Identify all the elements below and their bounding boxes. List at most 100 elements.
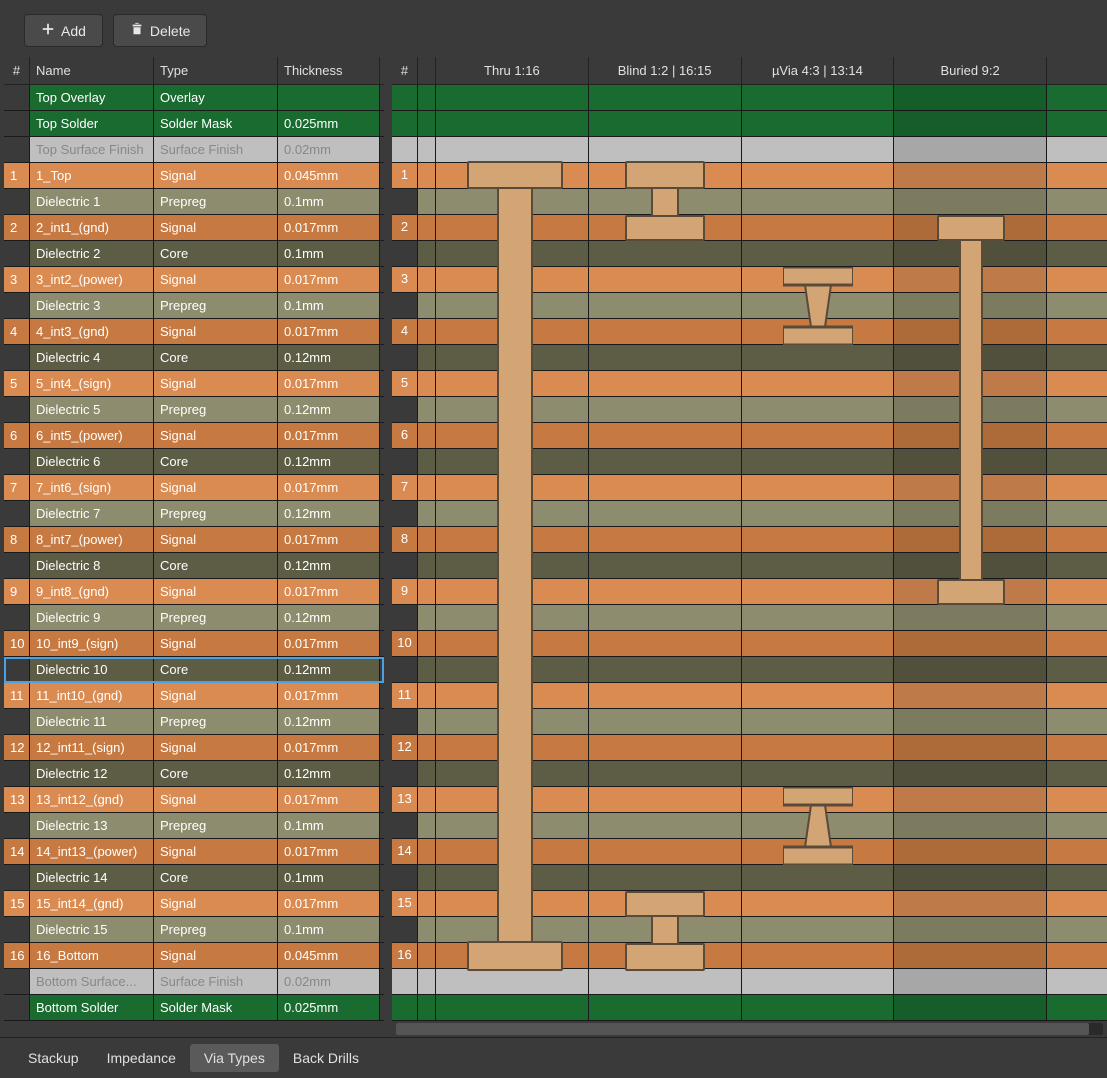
layer-thickness[interactable]: 0.12mm (278, 605, 380, 630)
layer-row[interactable]: 44_int3_(gnd)Signal0.017mm (4, 319, 384, 345)
layer-row[interactable]: 33_int2_(power)Signal0.017mm (4, 267, 384, 293)
layer-type[interactable]: Surface Finish (154, 969, 278, 994)
via-row[interactable]: 8 (392, 527, 1107, 553)
layer-name[interactable]: Dielectric 15 (30, 917, 154, 942)
layer-row[interactable]: Dielectric 10Core0.12mm (4, 657, 384, 683)
layer-thickness[interactable]: 0.017mm (278, 215, 380, 240)
layer-row[interactable]: Dielectric 11Prepreg0.12mm (4, 709, 384, 735)
layer-type[interactable]: Signal (154, 215, 278, 240)
layer-type[interactable]: Signal (154, 787, 278, 812)
via-row[interactable] (392, 449, 1107, 475)
via-row[interactable]: 13 (392, 787, 1107, 813)
tab-impedance[interactable]: Impedance (93, 1044, 190, 1072)
via-row[interactable]: 10 (392, 631, 1107, 657)
layer-thickness[interactable]: 0.1mm (278, 189, 380, 214)
via-row[interactable] (392, 761, 1107, 787)
layer-thickness[interactable]: 0.12mm (278, 761, 380, 786)
layer-type[interactable]: Signal (154, 579, 278, 604)
add-button[interactable]: Add (24, 14, 103, 47)
layer-type[interactable]: Prepreg (154, 189, 278, 214)
layer-row[interactable]: Dielectric 15Prepreg0.1mm (4, 917, 384, 943)
layer-type[interactable]: Signal (154, 267, 278, 292)
delete-button[interactable]: Delete (113, 14, 207, 47)
layer-thickness[interactable]: 0.017mm (278, 423, 380, 448)
via-row[interactable] (392, 709, 1107, 735)
via-row[interactable] (392, 137, 1107, 163)
layer-thickness[interactable]: 0.017mm (278, 579, 380, 604)
layer-type[interactable]: Signal (154, 527, 278, 552)
layer-type[interactable]: Surface Finish (154, 137, 278, 162)
layer-thickness[interactable]: 0.1mm (278, 241, 380, 266)
layer-thickness[interactable]: 0.12mm (278, 449, 380, 474)
layer-type[interactable]: Signal (154, 631, 278, 656)
layer-name[interactable]: 12_int11_(sign) (30, 735, 154, 760)
layer-row[interactable]: 1414_int13_(power)Signal0.017mm (4, 839, 384, 865)
layer-type[interactable]: Signal (154, 839, 278, 864)
layer-name[interactable]: Top Overlay (30, 85, 154, 110)
via-row[interactable] (392, 917, 1107, 943)
via-row[interactable]: 15 (392, 891, 1107, 917)
layer-name[interactable]: Dielectric 8 (30, 553, 154, 578)
layer-thickness[interactable]: 0.12mm (278, 709, 380, 734)
layer-type[interactable]: Core (154, 345, 278, 370)
via-row[interactable] (392, 189, 1107, 215)
layer-row[interactable]: 1111_int10_(gnd)Signal0.017mm (4, 683, 384, 709)
layer-type[interactable]: Prepreg (154, 605, 278, 630)
via-row[interactable] (392, 85, 1107, 111)
layer-name[interactable]: Dielectric 1 (30, 189, 154, 214)
layer-row[interactable]: Dielectric 7Prepreg0.12mm (4, 501, 384, 527)
layer-row[interactable]: 22_int1_(gnd)Signal0.017mm (4, 215, 384, 241)
via-row[interactable] (392, 605, 1107, 631)
layer-row[interactable]: Dielectric 13Prepreg0.1mm (4, 813, 384, 839)
layer-type[interactable]: Signal (154, 423, 278, 448)
layer-name[interactable]: 7_int6_(sign) (30, 475, 154, 500)
layer-type[interactable]: Core (154, 761, 278, 786)
layer-type[interactable]: Prepreg (154, 293, 278, 318)
layer-thickness[interactable]: 0.017mm (278, 891, 380, 916)
layer-row[interactable]: 1010_int9_(sign)Signal0.017mm (4, 631, 384, 657)
layer-thickness[interactable]: 0.1mm (278, 917, 380, 942)
col-name-header[interactable]: Name (30, 57, 154, 84)
layer-name[interactable]: 13_int12_(gnd) (30, 787, 154, 812)
layer-name[interactable]: Dielectric 6 (30, 449, 154, 474)
layer-row[interactable]: 1212_int11_(sign)Signal0.017mm (4, 735, 384, 761)
layer-name[interactable]: Top Surface Finish (30, 137, 154, 162)
layer-name[interactable]: Dielectric 10 (30, 657, 154, 682)
layer-type[interactable]: Prepreg (154, 813, 278, 838)
via-row[interactable]: 7 (392, 475, 1107, 501)
layer-type[interactable]: Core (154, 241, 278, 266)
via-row[interactable] (392, 969, 1107, 995)
via-row[interactable] (392, 241, 1107, 267)
tab-stackup[interactable]: Stackup (14, 1044, 93, 1072)
layer-name[interactable]: 10_int9_(sign) (30, 631, 154, 656)
layer-type[interactable]: Prepreg (154, 917, 278, 942)
tab-back-drills[interactable]: Back Drills (279, 1044, 373, 1072)
via-row[interactable] (392, 345, 1107, 371)
layer-thickness[interactable]: 0.045mm (278, 943, 380, 968)
layer-type[interactable]: Prepreg (154, 501, 278, 526)
layer-thickness[interactable]: 0.017mm (278, 787, 380, 812)
layer-row[interactable]: Top SolderSolder Mask0.025mm (4, 111, 384, 137)
layer-row[interactable]: Top Surface FinishSurface Finish0.02mm (4, 137, 384, 163)
via-row[interactable]: 4 (392, 319, 1107, 345)
tab-via-types[interactable]: Via Types (190, 1044, 279, 1072)
layer-thickness[interactable]: 0.02mm (278, 969, 380, 994)
layer-thickness[interactable]: 0.1mm (278, 293, 380, 318)
layer-row[interactable]: Top OverlayOverlay (4, 85, 384, 111)
via-row[interactable]: 9 (392, 579, 1107, 605)
via-row[interactable]: 3 (392, 267, 1107, 293)
col-num-header[interactable]: # (4, 57, 30, 84)
layer-name[interactable]: 2_int1_(gnd) (30, 215, 154, 240)
layer-name[interactable]: Dielectric 4 (30, 345, 154, 370)
layer-name[interactable]: Dielectric 12 (30, 761, 154, 786)
via-row[interactable] (392, 865, 1107, 891)
layer-name[interactable]: 15_int14_(gnd) (30, 891, 154, 916)
layer-row[interactable]: 88_int7_(power)Signal0.017mm (4, 527, 384, 553)
layer-name[interactable]: Dielectric 11 (30, 709, 154, 734)
via-row[interactable]: 11 (392, 683, 1107, 709)
layer-name[interactable]: Bottom Surface... (30, 969, 154, 994)
layer-type[interactable]: Solder Mask (154, 995, 278, 1020)
via-row[interactable] (392, 813, 1107, 839)
col-type-header[interactable]: Type (154, 57, 278, 84)
layer-type[interactable]: Signal (154, 735, 278, 760)
